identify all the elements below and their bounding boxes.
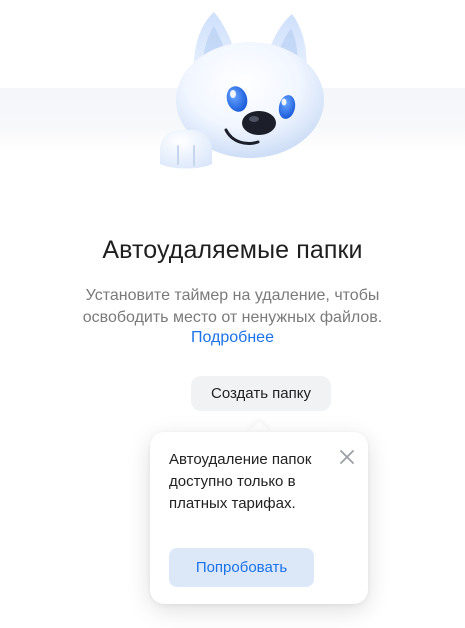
popup-message: Автоудаление папок доступно только в пла… [169,451,312,512]
learn-more-link[interactable]: Подробнее [0,329,465,347]
close-icon[interactable] [338,448,356,466]
page-subtitle: Установите таймер на удаление, чтобы осв… [82,287,383,326]
paid-feature-popup: Автоудаление папок доступно только в пла… [150,432,368,604]
hero-illustration [0,0,465,180]
page-title: Автоудаляемые папки [102,236,363,264]
try-button[interactable]: Попробовать [169,548,314,587]
fox-mascot-illustration [160,12,324,169]
create-folder-button[interactable]: Создать папку [191,376,331,411]
